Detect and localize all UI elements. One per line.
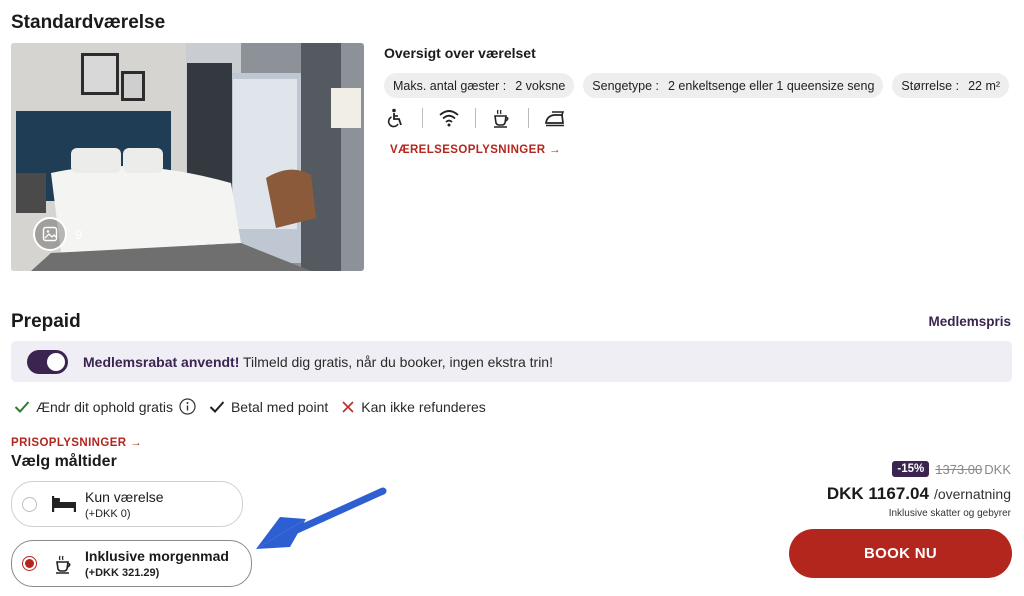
check-icon bbox=[209, 400, 225, 414]
member-discount-desc: Tilmeld dig gratis, når du booker, ingen… bbox=[239, 353, 553, 370]
gallery-icon bbox=[33, 217, 67, 251]
amenity-icons bbox=[384, 106, 567, 130]
chip-label: Størrelse : bbox=[901, 78, 960, 93]
wheelchair-icon bbox=[384, 106, 408, 130]
feature-text: Betal med point bbox=[230, 398, 329, 415]
feature-non-refundable: Kan ikke refunderes bbox=[341, 399, 486, 415]
amenity-divider bbox=[528, 108, 529, 128]
room-size-chip: Størrelse : 22 m² bbox=[892, 73, 1010, 98]
check-icon bbox=[14, 400, 30, 414]
meal-options-title: Vælg måltider bbox=[11, 453, 117, 470]
cross-icon bbox=[341, 400, 355, 414]
radio-button-selected[interactable] bbox=[22, 556, 37, 571]
chip-label: Sengetype : bbox=[592, 78, 659, 93]
bed-type-chip: Sengetype : 2 enkeltsenge eller 1 queens… bbox=[583, 73, 884, 98]
info-icon[interactable] bbox=[179, 398, 196, 415]
member-discount-text: Medlemsrabat anvendt! Tilmeld dig gratis… bbox=[83, 354, 553, 370]
chip-value: 2 enkeltsenge eller 1 queensize seng bbox=[668, 78, 875, 93]
meal-name: Kun værelse bbox=[85, 488, 164, 505]
rate-features: Ændr dit ophold gratis Betal med point K… bbox=[14, 398, 499, 415]
amenity-divider bbox=[422, 108, 423, 128]
room-details-chips: Maks. antal gæster : 2 voksne Sengetype … bbox=[384, 73, 1010, 98]
feature-text: Ændr dit ophold gratis bbox=[36, 398, 173, 415]
iron-icon bbox=[543, 106, 567, 130]
amenity-divider bbox=[475, 108, 476, 128]
annotation-arrow-icon bbox=[256, 487, 387, 549]
photo-gallery-button[interactable]: 9 bbox=[23, 207, 101, 261]
room-info-link[interactable]: VÆRELSESOPLYSNINGER → bbox=[390, 144, 561, 156]
bed-icon bbox=[49, 495, 79, 513]
price-summary: -15% 1373.00 DKK DKK 1167.04 /overnatnin… bbox=[827, 461, 1011, 519]
original-currency: DKK bbox=[984, 461, 1011, 477]
per-night-label: /overnatning bbox=[933, 486, 1011, 502]
original-price: 1373.00 bbox=[935, 461, 983, 477]
feature-text: Kan ikke refunderes bbox=[361, 398, 486, 415]
meal-price: (+DKK 321.29) bbox=[85, 567, 160, 579]
feature-free-change: Ændr dit ophold gratis bbox=[14, 398, 196, 415]
meal-name: Inklusive morgenmad bbox=[85, 548, 229, 564]
book-now-button[interactable]: BOOK NU bbox=[789, 529, 1012, 578]
meal-price: (+DKK 0) bbox=[85, 507, 131, 520]
rate-title: Prepaid bbox=[11, 311, 81, 332]
meal-option-room-only[interactable]: Kun værelse (+DKK 0) bbox=[11, 481, 243, 527]
coffee-icon bbox=[490, 106, 514, 130]
chip-value: 22 m² bbox=[968, 78, 1001, 93]
tax-note: Inklusive skatter og gebyrer bbox=[888, 508, 1011, 519]
radio-button[interactable] bbox=[22, 496, 37, 512]
feature-pay-with-points: Betal med point bbox=[209, 399, 328, 415]
discount-badge: -15% bbox=[892, 461, 930, 477]
total-price: DKK 1167.04 bbox=[826, 484, 929, 503]
member-price-label: Medlemspris bbox=[928, 314, 1011, 329]
toggle-knob bbox=[47, 352, 65, 371]
member-discount-toggle[interactable] bbox=[27, 349, 68, 374]
chip-value: 2 voksne bbox=[515, 78, 566, 93]
member-discount-bold: Medlemsrabat anvendt! bbox=[83, 353, 240, 370]
meal-option-breakfast[interactable]: Inklusive morgenmad (+DKK 321.29) bbox=[11, 540, 252, 587]
coffee-icon bbox=[49, 554, 79, 574]
room-overview-title: Oversigt over værelset bbox=[384, 45, 536, 61]
chip-label: Maks. antal gæster : bbox=[393, 78, 507, 93]
price-info-link[interactable]: PRISOPLYSNINGER → bbox=[11, 437, 142, 449]
member-discount-banner: Medlemsrabat anvendt! Tilmeld dig gratis… bbox=[11, 341, 1012, 382]
max-guests-chip: Maks. antal gæster : 2 voksne bbox=[384, 73, 575, 98]
room-title: Standardværelse bbox=[11, 12, 166, 33]
wifi-icon bbox=[437, 106, 461, 130]
room-photo[interactable]: 9 bbox=[11, 43, 364, 271]
photo-count: 9 bbox=[75, 226, 83, 242]
